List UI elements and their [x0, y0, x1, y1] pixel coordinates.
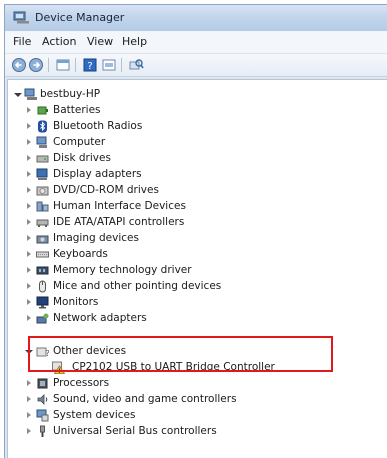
speaker-icon [37, 394, 48, 405]
keyboard-icon [36, 251, 49, 258]
toolbar-separator [121, 58, 122, 72]
highlight-annotation-box [28, 336, 333, 372]
window-title: Device Manager [35, 11, 125, 24]
mouse-icon [39, 280, 46, 293]
forward-icon[interactable] [28, 57, 44, 73]
expand-arrow-icon[interactable] [27, 235, 31, 241]
expand-arrow-icon[interactable] [27, 251, 31, 257]
expand-arrow-icon[interactable] [27, 123, 31, 129]
ide-controller-icon [36, 219, 49, 227]
menu-help[interactable]: Help [122, 35, 147, 48]
device-tree-pane[interactable]: bestbuy-HP Batteries Bluetooth Radios Co… [7, 79, 387, 458]
expand-arrow-icon[interactable] [27, 203, 31, 209]
svg-text:?: ? [87, 61, 92, 72]
tree-item-label: Mice and other pointing devices [53, 280, 222, 292]
expand-arrow-icon[interactable] [27, 187, 31, 193]
memory-icon [36, 266, 49, 275]
disk-drive-icon [36, 155, 49, 163]
toolbar: ? [5, 54, 387, 77]
expand-arrow-icon[interactable] [27, 396, 31, 402]
computer-icon [36, 136, 47, 148]
expand-arrow-icon[interactable] [27, 267, 31, 273]
device-manager-window: Device Manager File Action View Help ? b… [4, 4, 387, 458]
expand-arrow-icon[interactable] [27, 107, 31, 113]
processor-icon [37, 378, 48, 389]
expand-arrow-icon[interactable] [27, 380, 31, 386]
tree-item-label: Imaging devices [53, 232, 139, 244]
menu-file[interactable]: File [13, 35, 31, 48]
expand-arrow-icon[interactable] [27, 428, 31, 434]
network-adapter-icon [36, 313, 49, 324]
tree-item-label: Disk drives [53, 152, 111, 164]
tree-item-label: Display adapters [53, 168, 142, 180]
expand-arrow-icon[interactable] [27, 283, 31, 289]
tree-item-label: Network adapters [53, 312, 147, 324]
menu-view[interactable]: View [87, 35, 113, 48]
dvd-drive-icon [36, 186, 49, 196]
expand-arrow-icon[interactable] [27, 412, 31, 418]
usb-icon [40, 425, 45, 437]
tree-item-label: Processors [53, 377, 110, 389]
display-adapter-icon [36, 168, 48, 180]
tree-item-label: Batteries [53, 104, 101, 116]
hid-icon [36, 201, 49, 212]
tree-item-label: Bluetooth Radios [53, 120, 143, 132]
tree-item-label: Keyboards [53, 248, 108, 260]
tree-root-label: bestbuy-HP [40, 88, 101, 100]
tree-item-label: Human Interface Devices [53, 200, 186, 212]
tree-item-label: System devices [53, 409, 136, 421]
tree-item-label: Computer [53, 136, 106, 148]
help-icon[interactable]: ? [82, 57, 98, 73]
menu-bar: File Action View Help [5, 31, 387, 54]
expand-arrow-icon[interactable] [27, 219, 31, 225]
tree-item-label: Sound, video and game controllers [53, 393, 237, 405]
expand-arrow-icon[interactable] [27, 139, 31, 145]
menu-action[interactable]: Action [42, 35, 76, 48]
tree-item-label: Universal Serial Bus controllers [53, 425, 217, 437]
update-icon[interactable] [101, 57, 117, 73]
tree-item-label: Memory technology driver [53, 264, 192, 276]
tree-item-label: IDE ATA/ATAPI controllers [53, 216, 185, 228]
imaging-device-icon [36, 235, 49, 244]
title-bar[interactable]: Device Manager [5, 5, 387, 31]
tree-item-label: Monitors [53, 296, 99, 308]
monitor-icon [36, 296, 49, 309]
computer-icon [24, 88, 37, 100]
toolbar-separator [75, 58, 76, 72]
tree-item-label: DVD/CD-ROM drives [53, 184, 159, 196]
system-device-icon [36, 409, 49, 422]
expand-arrow-icon[interactable] [27, 155, 31, 161]
collapse-arrow-icon[interactable] [14, 93, 22, 97]
expand-arrow-icon[interactable] [27, 315, 31, 321]
battery-icon [37, 106, 48, 115]
device-manager-icon [13, 11, 29, 24]
expand-arrow-icon[interactable] [27, 299, 31, 305]
bluetooth-icon [38, 120, 47, 133]
back-icon[interactable] [11, 57, 27, 73]
properties-icon[interactable] [55, 57, 71, 73]
toolbar-separator [48, 58, 49, 72]
expand-arrow-icon[interactable] [27, 171, 31, 177]
scan-hardware-icon[interactable] [128, 57, 144, 73]
